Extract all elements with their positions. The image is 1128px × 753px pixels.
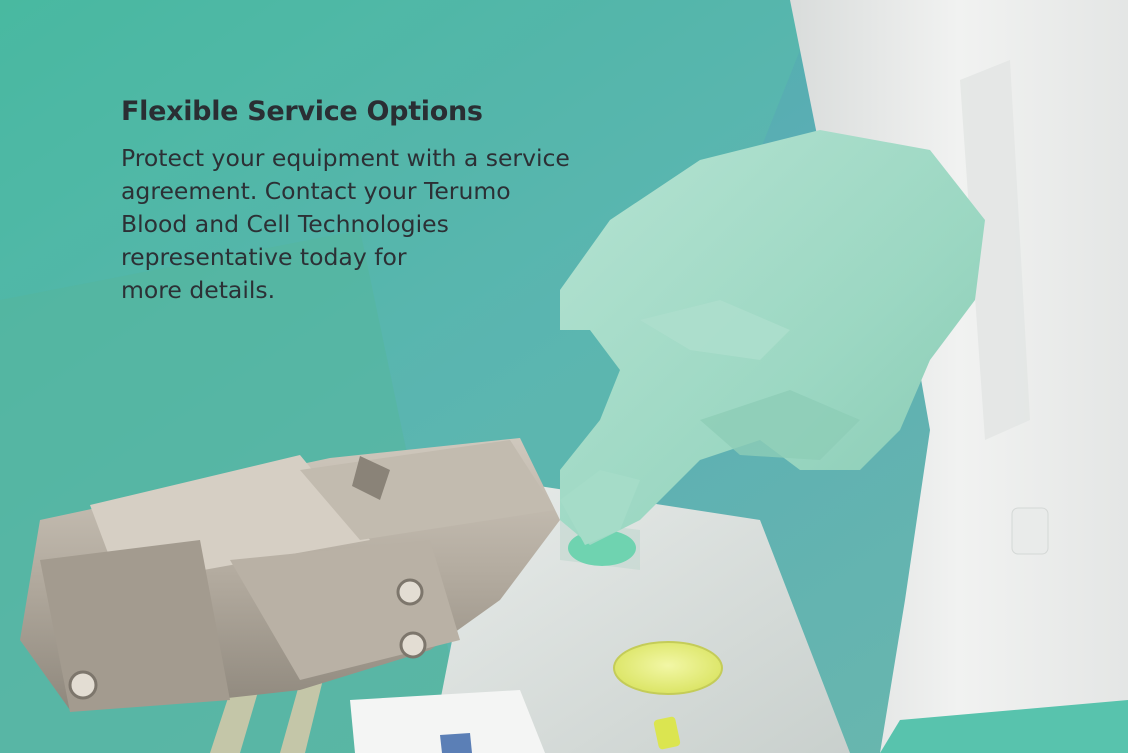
promo-body-line: Blood and Cell Technologies: [121, 210, 449, 238]
promo-headline: Flexible Service Options: [121, 96, 483, 127]
promo-body-line: agreement. Contact your Terumo: [121, 177, 511, 205]
promo-body-line: more details.: [121, 276, 276, 304]
promo-body-line: representative today for: [121, 243, 407, 271]
promo-copy: Flexible Service Options Protect your eq…: [121, 92, 681, 307]
promo-banner: Flexible Service Options Protect your eq…: [0, 0, 1128, 753]
promo-body: Protect your equipment with a service ag…: [121, 142, 681, 307]
promo-body-line: Protect your equipment with a service: [121, 144, 570, 172]
